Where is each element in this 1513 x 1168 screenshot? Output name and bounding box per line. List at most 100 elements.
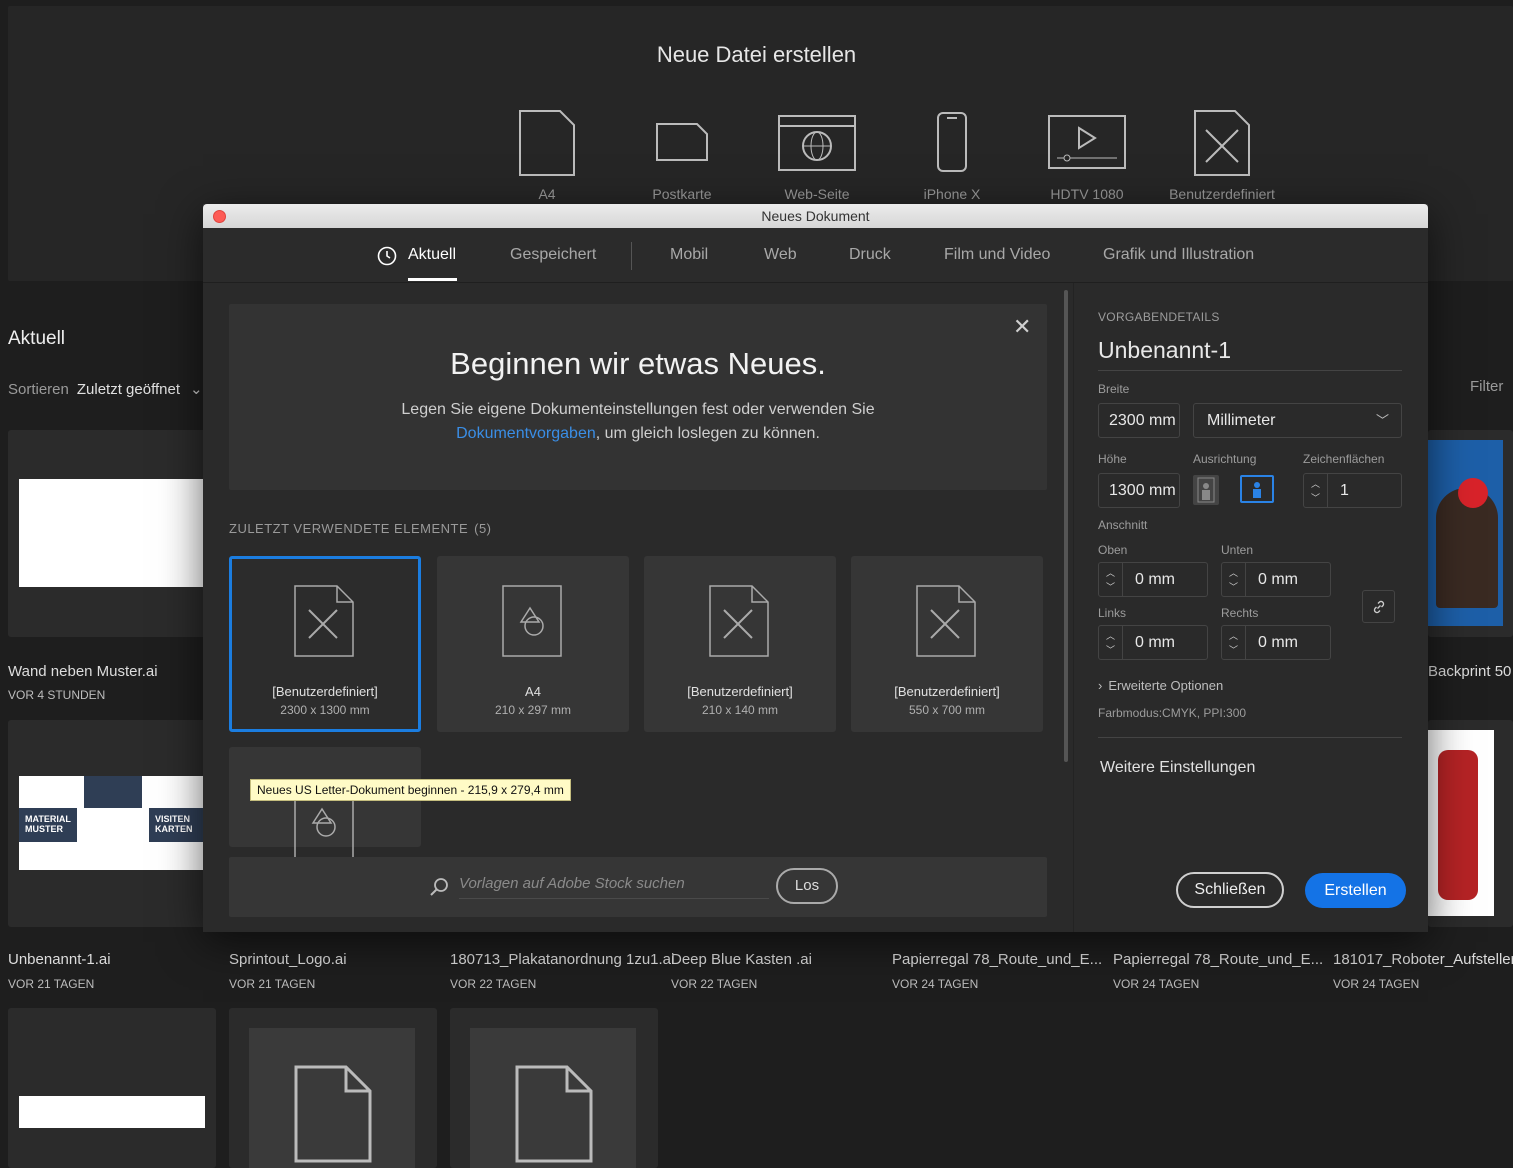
welcome-text-line1: Legen Sie eigene Dokumenteinstellungen f… [401,401,875,418]
file-thumbnail[interactable] [8,430,213,637]
uv-badge [1458,478,1488,508]
recent-item-card[interactable]: [Benutzerdefiniert] 550 x 700 mm [851,556,1043,732]
recent-item-name: [Benutzerdefiniert] [272,684,378,699]
bleed-left-stepper[interactable]: ︿ ﹀ [1099,626,1123,659]
preset-label: Web-Seite [784,186,850,202]
sort-label: Sortieren [8,381,69,398]
document-presets-link[interactable]: Dokumentvorgaben [456,425,596,442]
new-file-title: Neue Datei erstellen [656,42,857,67]
window-close-button[interactable] [213,210,226,223]
file-age: VOR 24 TAGEN [892,977,979,991]
file-thumbnail[interactable] [1428,720,1513,927]
preset-details-heading: VORGABENDETAILS [1098,310,1220,324]
custom-tools-icon [1194,110,1250,176]
preset-a4[interactable]: A4 [492,108,602,202]
recent-item-card[interactable]: [Benutzerdefiniert] 2300 x 1300 mm [229,556,421,732]
file-name[interactable]: Wand neben Muster.ai [8,663,158,680]
bleed-left-input[interactable]: ︿ ﹀ 0 mm [1098,625,1208,660]
file-thumbnail[interactable] [1428,430,1513,637]
bleed-right-stepper[interactable]: ︿ ﹀ [1222,626,1246,659]
tab-film-video[interactable]: Film und Video [944,246,1050,264]
preset-hdtv[interactable]: HDTV 1080 [1032,108,1142,202]
close-button[interactable]: Schließen [1176,872,1284,908]
filter-button[interactable]: Filter [1470,378,1503,395]
tab-print[interactable]: Druck [849,246,891,264]
height-input[interactable]: 1300 mm [1098,473,1180,508]
sort-value[interactable]: Zuletzt geöffnet [77,381,180,398]
search-go-button[interactable]: Los [776,868,838,904]
recent-items-title: ZULETZT VERWENDETE ELEMENTE [229,521,469,536]
welcome-title: Beginnen wir etwas Neues. [450,346,826,381]
dialog-titlebar: Neues Dokument [203,204,1428,228]
recent-item-size: 210 x 140 mm [701,703,779,717]
file-name[interactable]: Papierregal 78_Route_und_E... [1113,951,1323,968]
portrait-orientation-button[interactable] [1193,475,1219,505]
preset-web[interactable]: Web-Seite [762,108,872,202]
artboards-input[interactable]: ︿ ﹀ 1 [1303,473,1402,508]
more-settings-button[interactable]: Weitere Einstellungen [1100,759,1255,777]
bleed-top-input[interactable]: ︿ ﹀ 0 mm [1098,562,1208,597]
file-name[interactable]: Sprintout_Logo.ai [229,951,347,968]
bleed-bottom-input[interactable]: ︿ ﹀ 0 mm [1221,562,1331,597]
file-name[interactable]: Backprint 50 [1428,663,1511,680]
artboard-preview: MATERIAL MUSTER VISITEN KARTEN [19,776,213,870]
file-thumbnail[interactable] [450,1008,658,1168]
tab-recent[interactable]: Aktuell [408,246,456,264]
file-name[interactable]: Unbenannt-1.ai [8,951,111,968]
landscape-orientation-button[interactable] [1240,475,1274,503]
preset-iphone[interactable]: iPhone X [897,108,1007,202]
recent-item-card[interactable]: [Benutzerdefiniert] 210 x 140 mm [644,556,836,732]
sort-control[interactable]: Sortieren Zuletzt geöffnet ⌄ [8,380,203,398]
file-age: VOR 22 TAGEN [450,977,537,991]
close-icon[interactable]: ✕ [1013,314,1031,340]
file-thumbnail[interactable]: MATERIAL MUSTER VISITEN KARTEN [8,720,213,927]
preset-details-pane: VORGABENDETAILS Unbenannt-1 Breite 2300 … [1073,283,1428,932]
link-bleed-button[interactable] [1362,590,1395,623]
artboard-preview [19,1096,205,1128]
stock-search-input[interactable]: Vorlagen auf Adobe Stock suchen [459,875,769,899]
active-tab-indicator [408,278,457,281]
bleed-top-stepper[interactable]: ︿ ﹀ [1099,563,1123,596]
file-name[interactable]: Deep Blue Kasten .ai [671,951,812,968]
preset-label: HDTV 1080 [1050,186,1124,202]
preset-postcard[interactable]: Postkarte [627,108,737,202]
document-icon [515,1065,593,1163]
create-button[interactable]: Erstellen [1305,873,1406,908]
category-tabs: Aktuell Gespeichert Mobil Web Druck Film… [203,228,1428,283]
tab-saved[interactable]: Gespeichert [510,246,596,264]
landscape-icon [1253,482,1261,498]
recent-item-card[interactable]: A4 210 x 297 mm [437,556,629,732]
recent-items-count: (5) [474,521,492,536]
preset-label: iPhone X [923,186,981,202]
document-name-input[interactable]: Unbenannt-1 [1098,337,1402,371]
tab-mobile[interactable]: Mobil [670,246,708,264]
file-thumbnail[interactable] [8,1008,216,1168]
file-name[interactable]: Papierregal 78_Route_und_E... [892,951,1102,968]
bleed-right-label: Rechts [1221,606,1259,620]
unit-select[interactable]: Millimeter ﹀ [1193,403,1402,438]
bleed-bottom-stepper[interactable]: ︿ ﹀ [1222,563,1246,596]
tab-graphics-illustration[interactable]: Grafik und Illustration [1103,246,1254,264]
file-name[interactable]: 181017_Roboter_Aufsteller_ [1333,951,1513,968]
video-icon [1048,115,1126,169]
clock-icon [377,246,397,266]
file-thumbnail[interactable] [229,1008,437,1168]
artboards-stepper[interactable]: ︿ ﹀ [1304,474,1328,507]
file-age: VOR 21 TAGEN [229,977,316,991]
preset-label: Benutzerdefiniert [1169,186,1275,202]
recent-item-name: [Benutzerdefiniert] [687,684,793,699]
scrollbar[interactable] [1064,290,1068,762]
color-block [84,776,142,808]
height-label: Höhe [1098,452,1127,466]
custom-document-icon [709,585,769,657]
preset-custom[interactable]: Benutzerdefiniert [1167,108,1277,202]
tab-web[interactable]: Web [764,246,797,264]
document-icon [294,1065,372,1163]
a4-document-icon [502,585,562,657]
file-name[interactable]: 180713_Plakatanordnung 1zu1.ai [450,951,674,968]
welcome-text: Legen Sie eigene Dokumenteinstellungen f… [229,398,1047,446]
bleed-left-value: 0 mm [1135,634,1175,651]
advanced-options-toggle[interactable]: › Erweiterte Optionen [1098,678,1223,693]
width-input[interactable]: 2300 mm [1098,403,1180,438]
bleed-right-input[interactable]: ︿ ﹀ 0 mm [1221,625,1331,660]
